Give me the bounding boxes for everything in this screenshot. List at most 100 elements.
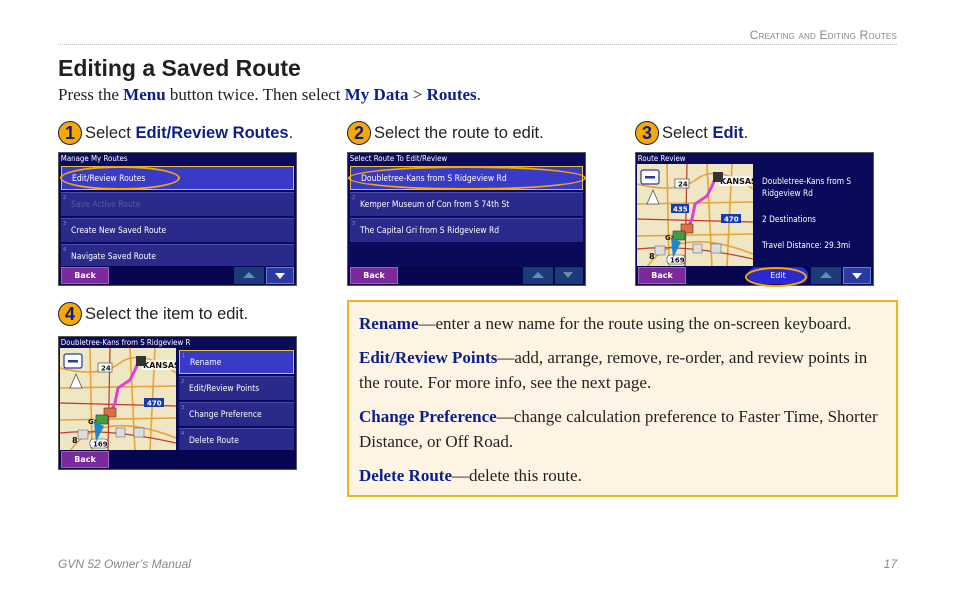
menu-item-index: 3 (63, 221, 67, 227)
menu-item-label: Change Preference (189, 410, 262, 420)
checkered-flag-icon (136, 356, 146, 366)
step-text: Select the route to edit. (374, 123, 544, 142)
step-text: Select (662, 123, 708, 142)
i435-label: 435 (673, 206, 688, 214)
menu-item-index: 3 (352, 221, 356, 227)
screen-title: Route Review (636, 153, 845, 164)
scroll-up-icon[interactable] (523, 267, 553, 284)
menu-item-index: 4 (181, 431, 185, 437)
menu-item-label: Rename (190, 358, 222, 368)
step-4: 4 Select the item to edit. (58, 302, 248, 326)
rt8-label: 8 (72, 436, 78, 445)
route-info-panel: Doubletree-Kans from S Ridgeview Rd 2 De… (756, 164, 871, 267)
i470-label: 470 (724, 216, 739, 224)
menu-item-index: 2 (63, 195, 67, 201)
back-button[interactable]: Back (638, 267, 686, 284)
airport-icon (77, 429, 89, 440)
north-arrow-icon (646, 188, 660, 205)
bottom-bar: Back (59, 266, 296, 285)
bottom-bar: Back (348, 266, 585, 285)
route-name: Doubletree-Kans from S Ridgeview Rd (762, 177, 852, 199)
desc-term: Rename (359, 314, 419, 333)
menu-item-index: 2 (352, 195, 356, 201)
intro-suffix: . (476, 85, 481, 104)
airport-icon (133, 427, 145, 438)
desc-term: Change Preference (359, 407, 497, 426)
running-head: Creating and Editing Routes (749, 28, 897, 42)
airport-icon (692, 243, 703, 254)
highlight-ring (60, 166, 180, 190)
airport-icon (115, 427, 126, 438)
screen-route-review: Route Review 24 435 470 169 8 KANSAS (635, 152, 874, 286)
scroll-down-icon[interactable] (843, 267, 871, 284)
menu-item-index: 3 (181, 405, 185, 411)
intro-sep: > (408, 85, 427, 104)
back-button[interactable]: Back (61, 451, 109, 468)
north-arrow-icon (69, 372, 83, 389)
desc-change-preference: Change Preference—change calculation pre… (359, 404, 886, 454)
intro-prefix: Press the (58, 85, 124, 104)
desc-rename: Rename—enter a new name for the route us… (359, 311, 886, 336)
kw-mydata: My Data (344, 85, 409, 104)
header-rule (58, 44, 897, 45)
route-map[interactable]: 24 470 169 8 KANSAS Ga (60, 348, 176, 451)
back-button[interactable]: Back (350, 267, 398, 284)
city-label: KANSAS (143, 361, 176, 370)
kw-routes: Routes (426, 85, 477, 104)
scroll-down-icon[interactable] (555, 267, 583, 284)
desc-text: —delete this route. (452, 466, 582, 485)
step-number-badge: 2 (347, 121, 371, 145)
route-distance: Travel Distance: 29.3mi (762, 241, 851, 251)
start-flag-icon (95, 414, 109, 425)
start-flag-icon (672, 230, 686, 241)
bottom-bar: Back (59, 450, 296, 469)
us169-label: 169 (670, 257, 685, 265)
step-suffix: . (743, 123, 749, 142)
city-label: KANSAS (720, 177, 753, 186)
step-text: Select (85, 123, 131, 142)
menu-item-navigate-saved-route[interactable]: 4 Navigate Saved Route (61, 244, 294, 268)
route-destinations: 2 Destinations (762, 215, 816, 225)
intro-text: Press the Menu button twice. Then select… (58, 85, 481, 105)
step-2: 2 Select the route to edit. (347, 121, 544, 145)
map-graphic: 24 470 169 8 KANSAS Ga (60, 348, 176, 451)
step-1: 1 Select Edit/Review Routes. (58, 121, 293, 145)
back-button[interactable]: Back (61, 267, 109, 284)
hwy-24-label: 24 (678, 181, 688, 189)
scroll-up-icon[interactable] (234, 267, 264, 284)
menu-item-save-active-route[interactable]: 2 Save Active Route (61, 192, 294, 216)
map-graphic: 24 435 470 169 8 KANSAS Ga (637, 164, 753, 267)
route-map[interactable]: 24 435 470 169 8 KANSAS Ga (637, 164, 753, 267)
menu-item-index: 1 (182, 353, 186, 359)
option-edit-review-points[interactable]: 2 Edit/Review Points (179, 376, 294, 400)
page-title: Editing a Saved Route (58, 55, 301, 81)
option-delete-route[interactable]: 4 Delete Route (179, 428, 294, 452)
menu-item-label: Edit/Review Points (189, 384, 260, 394)
menu-item-label: The Capital Gri from S Ridgeview Rd (360, 226, 500, 236)
step-number-badge: 1 (58, 121, 82, 145)
step-keyword: Edit (712, 123, 744, 142)
screen-title: Select Route To Edit/Review (348, 153, 557, 164)
us169-label: 169 (93, 441, 108, 449)
footer-manual-title: GVN 52 Owner’s Manual (58, 557, 191, 571)
menu-item-label: Save Active Route (71, 200, 141, 210)
airport-icon (710, 243, 722, 254)
option-change-preference[interactable]: 3 Change Preference (179, 402, 294, 426)
route-item-capital-gri[interactable]: 3 The Capital Gri from S Ridgeview Rd (350, 218, 583, 242)
step-suffix: . (288, 123, 294, 142)
desc-term: Delete Route (359, 466, 452, 485)
checkered-flag-icon (713, 172, 723, 182)
scroll-up-icon[interactable] (811, 267, 841, 284)
intro-middle: button twice. Then select (165, 85, 345, 104)
step-number-badge: 4 (58, 302, 82, 326)
desc-term: Edit/Review Points (359, 348, 498, 367)
menu-item-index: 4 (63, 247, 67, 253)
airport-icon (654, 245, 666, 256)
route-item-kemper-museum[interactable]: 2 Kemper Museum of Con from S 74th St (350, 192, 583, 216)
menu-item-create-new-saved-route[interactable]: 3 Create New Saved Route (61, 218, 294, 242)
scroll-down-icon[interactable] (266, 267, 294, 284)
step-number-badge: 3 (635, 121, 659, 145)
step-3: 3 Select Edit. (635, 121, 748, 145)
option-rename[interactable]: 1 Rename (179, 350, 294, 374)
highlight-ring (745, 267, 807, 287)
